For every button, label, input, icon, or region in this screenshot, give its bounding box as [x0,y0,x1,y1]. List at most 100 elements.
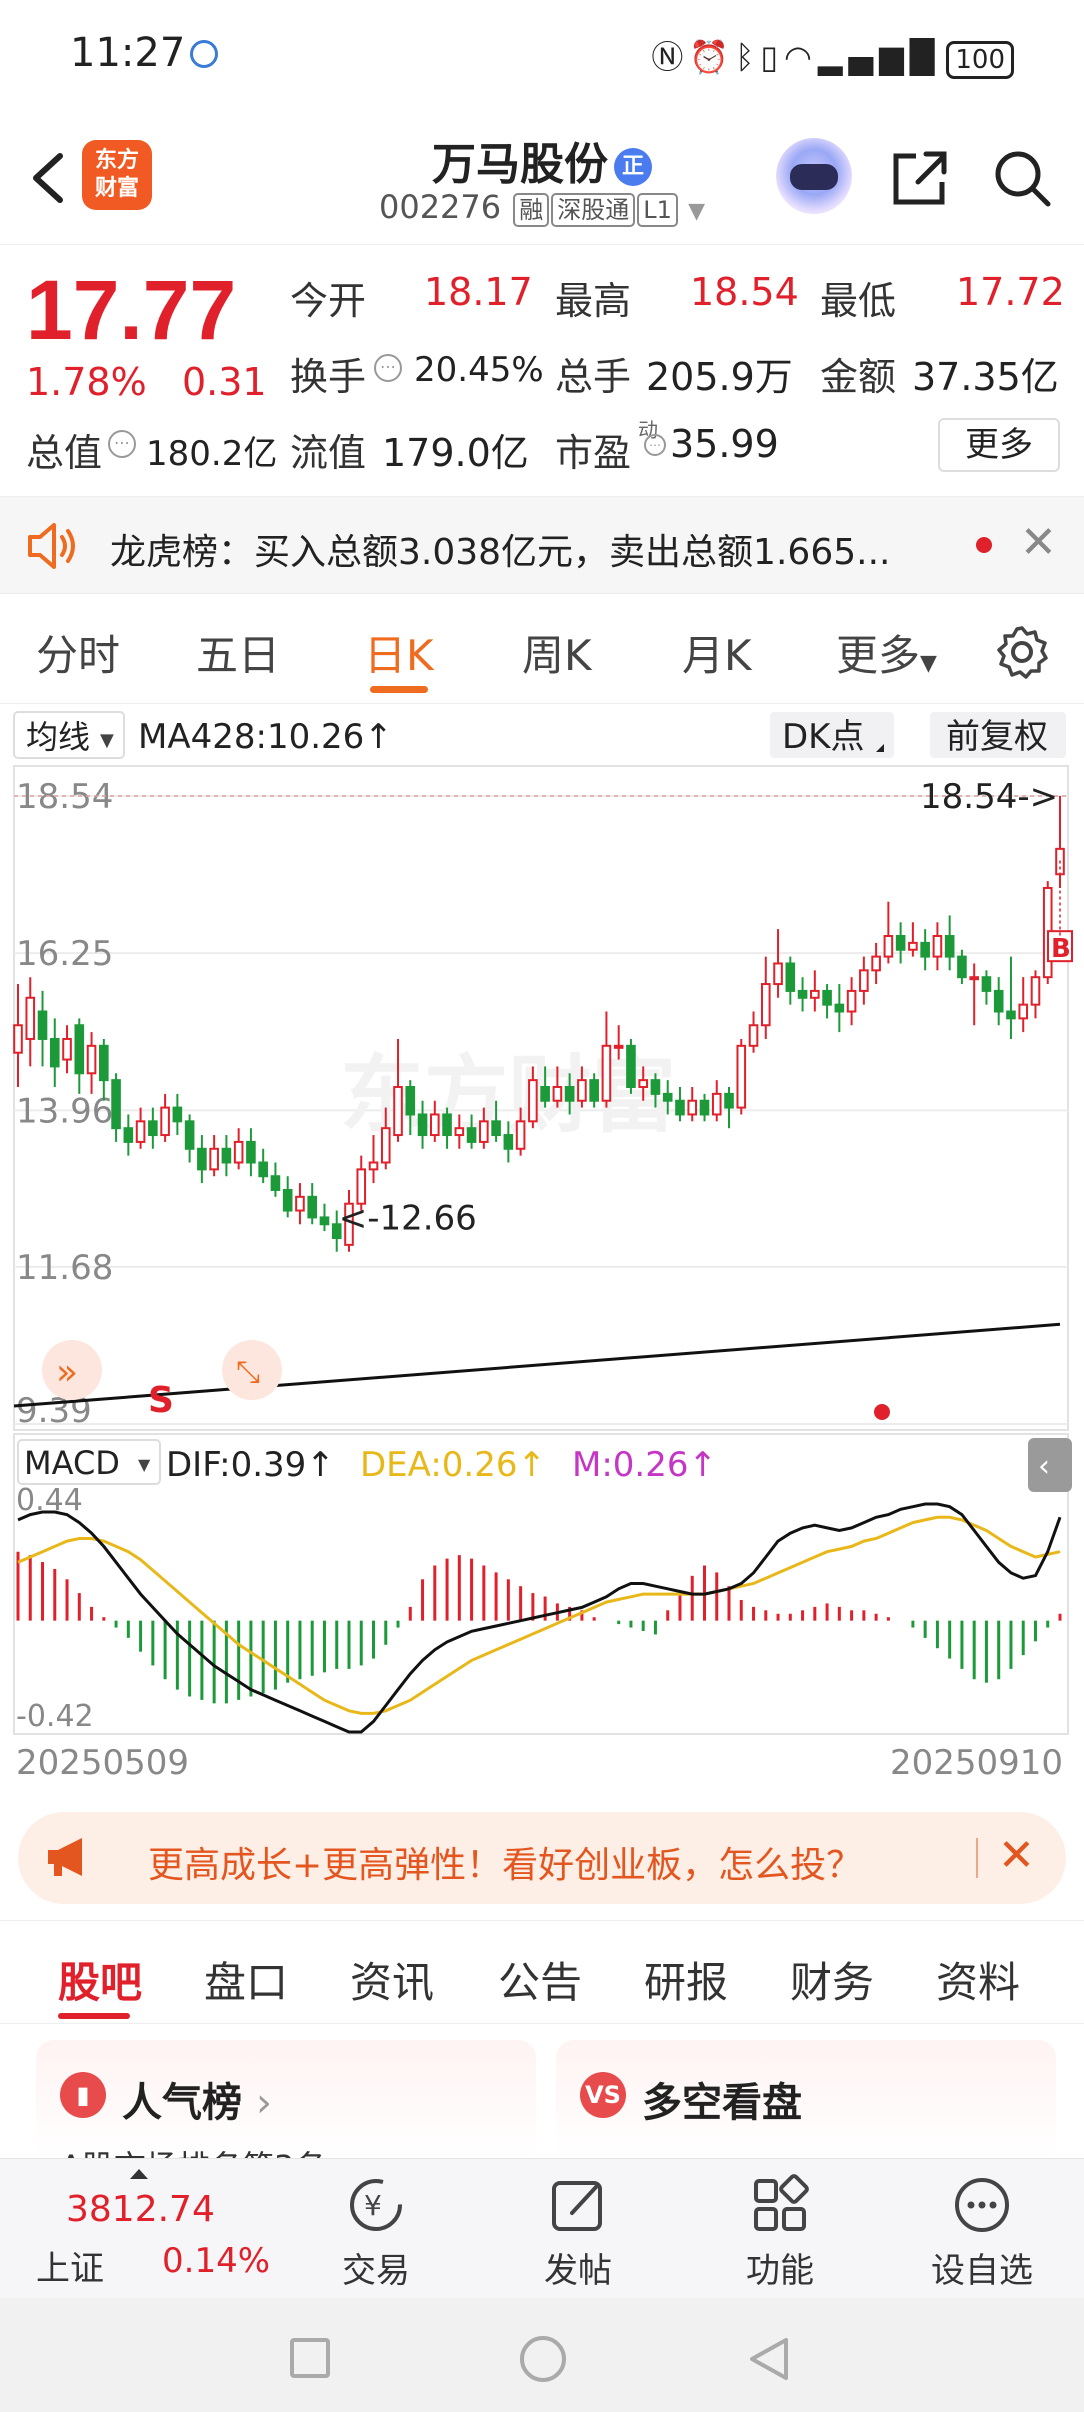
settings-gear-icon[interactable] [994,624,1050,680]
candle-body [111,1079,121,1130]
chevron-left-icon: ‹ [1038,1449,1050,1484]
candle-body [258,1161,268,1178]
candle-body [797,989,808,999]
amount-label: 金额 [820,355,897,399]
close-icon[interactable]: ✕ [998,1830,1035,1881]
candle-body [871,955,881,972]
tab-forum[interactable]: 股吧 [58,1949,142,2010]
candle-body [135,1120,146,1143]
tag-level: L1 [637,193,678,227]
nav-add-watchlist[interactable]: 设自选 [912,2173,1052,2292]
popularity-card[interactable]: ▮ 人气榜 › A股市场排名第3名 [36,2040,536,2160]
open-value: 18.17 [424,270,533,314]
trade-icon: ¥ [350,2179,402,2231]
candle-body [613,1044,624,1049]
candle-body [969,976,979,981]
candle-body [810,989,820,999]
tab-monthly-k[interactable]: 月K [682,622,752,683]
tab-more-label: 更多 [836,631,921,680]
tab-financials[interactable]: 财务 [790,1949,874,2010]
indicator-select[interactable]: 均线 [26,718,90,756]
home-icon[interactable] [520,2336,566,2382]
chevron-down-icon[interactable]: ▼ [688,199,705,224]
candle-body [699,1099,710,1116]
tab-daily-k[interactable]: 日K [364,622,434,683]
back-icon[interactable] [746,2336,792,2382]
high-label: 最高 [555,279,632,323]
index-name[interactable]: 上证 [36,2241,104,2290]
candle-body [13,1024,23,1054]
tab-profile[interactable]: 资料 [936,1949,1020,2010]
price-tick-label: 18.54 [16,777,113,817]
info-icon[interactable]: ⋯ [374,354,402,382]
speaker-icon [28,523,75,569]
nav-trade[interactable]: ¥ 交易 [306,2173,446,2292]
more-quote-button[interactable]: 更多 [938,418,1060,472]
kline-chart[interactable]: 均线 ▼ MA428:10.26↑ DK点 前复权 18.54 16.25 13.9… [0,704,1084,1794]
tab-weekly-k[interactable]: 周K [522,622,592,683]
candle-body [601,1044,612,1102]
candle-body [307,1195,318,1219]
tab-news[interactable]: 资讯 [350,1949,434,2010]
adjust-button[interactable]: 前复权 [946,717,1048,757]
candle-body [197,1147,207,1171]
close-icon[interactable]: ✕ [1020,517,1057,568]
long-short-card[interactable]: VS 多空看盘 [556,2040,1056,2160]
candle-body [552,1086,563,1102]
tab-five-day[interactable]: 五日 [196,622,280,683]
recents-icon[interactable] [290,2338,330,2378]
candle-body [711,1092,722,1116]
nav-functions[interactable]: 功能 [710,2173,850,2292]
index-change[interactable]: 0.14% [162,2241,270,2281]
candle-body [86,1044,97,1075]
candle-body [479,1120,489,1143]
system-nav-bar [0,2298,1084,2412]
tab-announcements[interactable]: 公告 [498,1949,582,2010]
candle-body [148,1120,158,1137]
info-icon[interactable]: ⋯ [644,434,666,456]
ai-assistant-icon[interactable] [776,138,852,214]
svg-text:¥: ¥ [364,2189,382,2222]
search-icon[interactable] [990,146,1054,210]
index-value[interactable]: 3812.74 [66,2189,215,2230]
battery-icon: 100 [946,41,1014,79]
sync-icon [190,40,218,68]
share-icon[interactable] [888,146,952,210]
candle-body [246,1140,256,1164]
candle-body [920,941,930,958]
candle-body [442,1113,452,1137]
verified-badge-icon: 正 [614,148,652,186]
tab-more[interactable]: 更多▼ [836,622,937,683]
signal-dot [874,1404,890,1420]
dif-line [17,1502,1062,1734]
unread-dot [976,537,992,553]
nav-post[interactable]: 发帖 [508,2173,648,2292]
tab-intraday[interactable]: 分时 [36,622,120,683]
active-section-indicator [58,2013,130,2019]
tag-margin: 融 [513,193,550,227]
volume-label: 总手 [555,355,632,399]
price-tick-label: 16.25 [16,934,113,974]
dragon-tiger-bar[interactable]: 龙虎榜：买入总额3.038亿元，卖出总额1.665... ✕ [0,496,1084,594]
turnover-value: 20.45% [414,350,544,390]
stock-name: 万马股份 [432,139,608,190]
candle-body [49,1037,60,1068]
vibrate-icon: ▯ [760,38,784,76]
tab-research[interactable]: 研报 [644,1949,728,2010]
info-icon[interactable]: ⋯ [108,430,136,458]
candle-body [393,1086,403,1137]
tab-order-book[interactable]: 盘口 [204,1949,288,2010]
volume-value: 205.9万 [646,355,793,399]
candle-body [957,955,967,979]
candle-body [515,1120,526,1150]
ma-readout: MA428:10.26↑ [138,717,393,757]
macd-select: MACD [24,1444,120,1482]
price-tick-label: 11.68 [16,1248,113,1288]
candle-body [405,1086,416,1116]
candle-body [577,1079,587,1102]
popularity-title-text: 人气榜 [122,2080,242,2126]
dk-point-button[interactable]: DK点 [782,717,864,757]
price-tick-label: 13.96 [16,1091,113,1131]
candle-body [503,1134,514,1150]
promo-banner[interactable]: 更高成长+更高弹性！看好创业板，怎么投？ ✕ [18,1812,1066,1904]
